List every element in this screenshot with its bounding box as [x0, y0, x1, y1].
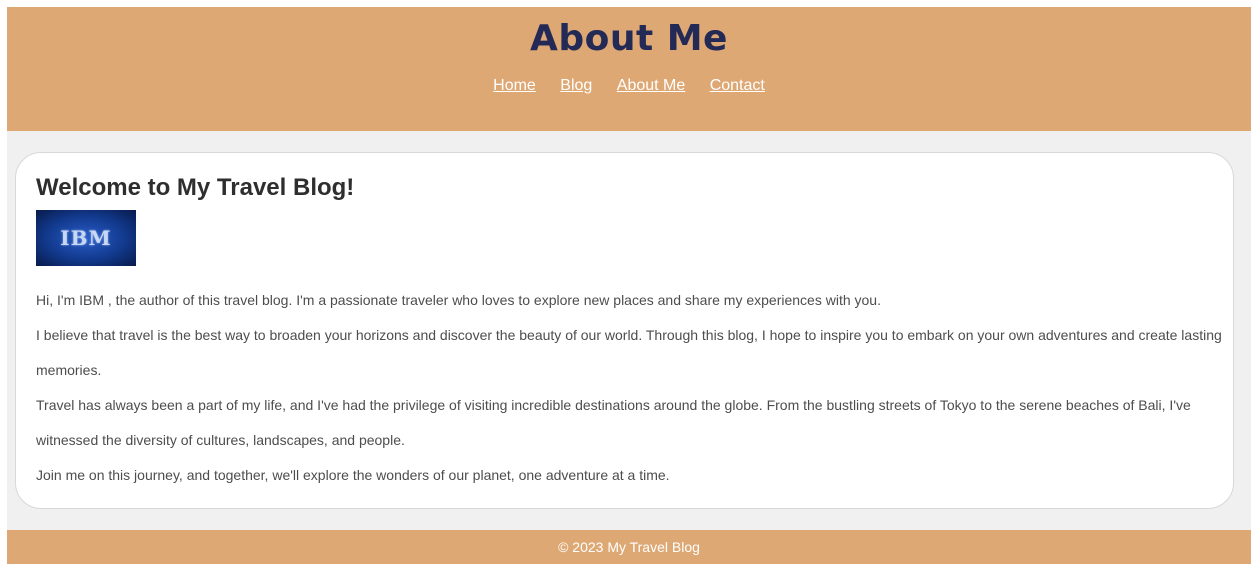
invite-paragraph: Join me on this journey, and together, w…: [36, 467, 670, 483]
page-title: About Me: [530, 18, 728, 59]
nav-link-blog[interactable]: Blog: [560, 77, 592, 94]
nav-link-about-me[interactable]: About Me: [617, 77, 685, 94]
logo-text: IBM: [60, 226, 112, 250]
main-nav: Home Blog About Me Contact: [7, 76, 1251, 96]
about-card: Welcome to My Travel Blog! IBM Hi, I'm I…: [15, 152, 1234, 509]
nav-link-contact[interactable]: Contact: [710, 77, 765, 94]
about-text: Hi, I'm IBM , the author of this travel …: [36, 283, 1226, 493]
site-footer: © 2023 My Travel Blog: [7, 530, 1251, 564]
travel-paragraph: Travel has always been a part of my life…: [36, 397, 1191, 448]
page: About Me Home Blog About Me Contact Welc…: [7, 7, 1251, 564]
belief-paragraph: I believe that travel is the best way to…: [36, 327, 1222, 378]
card-heading: Welcome to My Travel Blog!: [36, 174, 355, 201]
nav-link-home[interactable]: Home: [493, 77, 536, 94]
ibm-logo-image: IBM: [36, 210, 136, 266]
site-header: About Me Home Blog About Me Contact: [7, 7, 1251, 131]
intro-paragraph: Hi, I'm IBM , the author of this travel …: [36, 292, 881, 308]
